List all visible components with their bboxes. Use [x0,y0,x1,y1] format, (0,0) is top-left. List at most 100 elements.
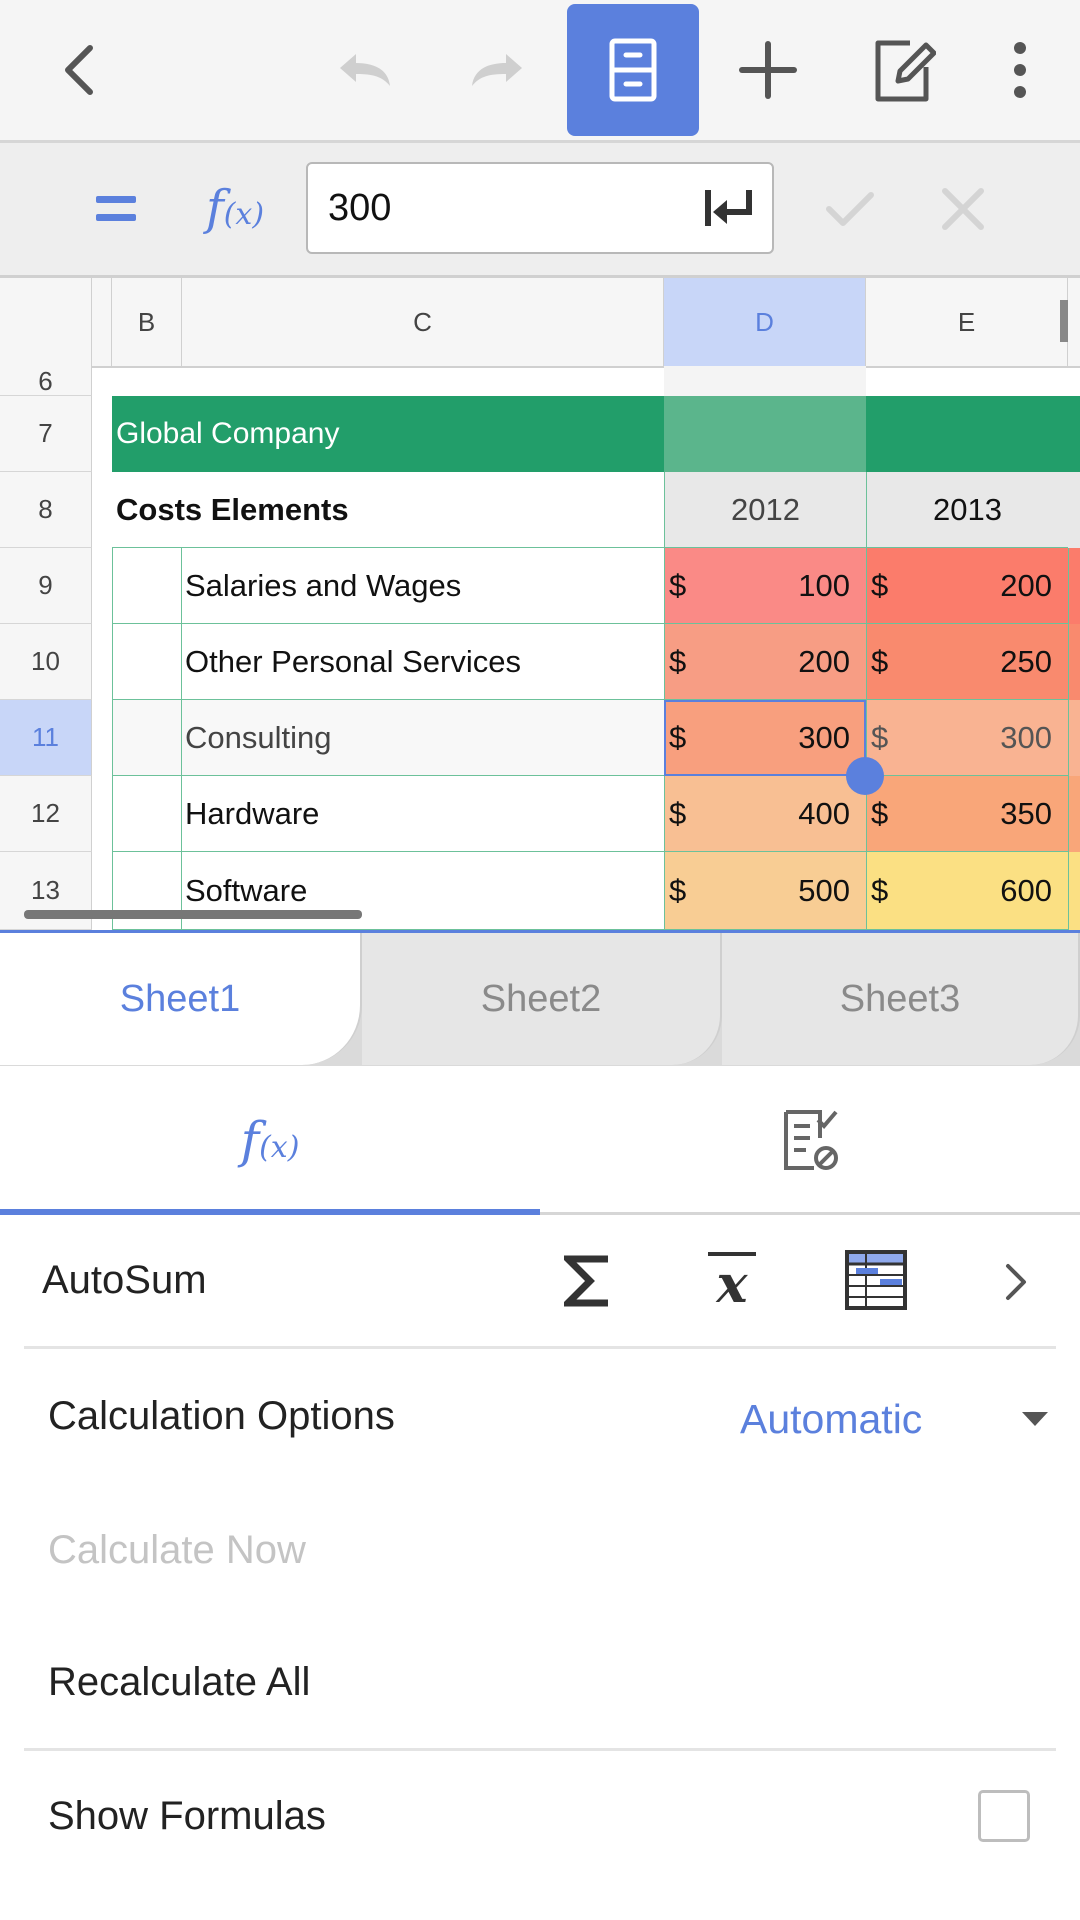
cell-e13[interactable]: $600 [866,852,1068,930]
sheet-tab-2[interactable]: Sheet2 [362,933,722,1065]
more-button[interactable] [954,0,1080,140]
column-header-d[interactable]: D [664,278,866,366]
cost-item-label[interactable]: Consulting [182,700,664,776]
currency-symbol: $ [871,567,889,603]
cell-e12[interactable]: $350 [866,776,1068,852]
cell-b9[interactable] [112,548,182,624]
sheet-tab-3[interactable]: Sheet3 [722,933,1080,1065]
cell-d9[interactable]: $100 [664,548,866,624]
cell-d6[interactable] [664,366,866,396]
autosum-button[interactable] [556,1246,620,1316]
cell-f9[interactable] [1068,548,1080,624]
row-header-9[interactable]: 9 [0,548,92,624]
cell-d11[interactable]: $300 [664,700,866,776]
selection-handle[interactable] [846,757,884,795]
cell-e11[interactable]: $300 [866,700,1068,776]
svg-text:x: x [715,1254,748,1312]
equals-icon [96,196,136,221]
banner-cell[interactable]: Global Company [112,396,664,472]
column-header-e[interactable]: E [866,278,1068,366]
equals-button[interactable] [80,179,152,239]
caret-down-icon [1022,1412,1048,1426]
column-header-a[interactable] [92,278,112,366]
cost-value: 250 [1000,643,1052,679]
panel-tab-indicator [0,1209,540,1215]
row-header-12[interactable]: 12 [0,776,92,852]
file-cabinet-button[interactable] [567,0,699,140]
edit-button[interactable] [838,0,970,140]
redo-icon [472,54,522,86]
formula-input-box [306,162,774,254]
calculate-now-button[interactable]: Calculate Now [48,1528,306,1573]
cell-f11[interactable] [1068,700,1080,776]
panel-tab-formula-audit[interactable] [540,1066,1080,1214]
average-button[interactable]: x [700,1244,764,1316]
cell-e7[interactable] [866,396,1080,472]
column-header-c[interactable]: C [182,278,664,366]
cost-value: 500 [798,872,850,908]
select-all-corner[interactable] [0,278,92,366]
cell-b10[interactable] [112,624,182,700]
show-formulas-label: Show Formulas [48,1794,326,1838]
row-header-11[interactable]: 11 [0,700,92,776]
panel-tab-functions[interactable]: f(x) [0,1066,540,1214]
undo-icon [340,54,390,86]
cell-f10[interactable] [1068,624,1080,700]
cost-value: 300 [798,719,850,755]
cost-item-label[interactable]: Hardware [182,776,664,852]
back-button[interactable] [14,0,146,140]
row-header-6[interactable]: 6 [0,366,92,396]
costs-elements-header[interactable]: Costs Elements [112,472,664,548]
cost-value: 200 [1000,567,1052,603]
cost-value: 200 [798,643,850,679]
currency-symbol: $ [669,567,687,603]
close-icon [942,188,984,230]
cell-f8[interactable] [1068,472,1080,548]
year-2012-cell[interactable]: 2012 [664,472,866,548]
row-header-7[interactable]: 7 [0,396,92,472]
sheet-tab-1[interactable]: Sheet1 [0,933,362,1065]
row-header-8[interactable]: 8 [0,472,92,548]
cost-item-label[interactable]: Other Personal Services [182,624,664,700]
show-formulas-checkbox[interactable] [978,1790,1030,1842]
insert-function-button[interactable]: f(x) [190,173,280,243]
undo-button[interactable] [298,0,430,140]
column-header-b[interactable]: B [112,278,182,366]
cancel-button[interactable] [925,173,1001,245]
cell-b12[interactable] [112,776,182,852]
currency-symbol: $ [669,795,687,831]
cost-value: 300 [1000,719,1052,755]
autosum-label[interactable]: AutoSum [42,1258,207,1303]
column-scroll-marker [1060,300,1068,342]
cell-d13[interactable]: $500 [664,852,866,930]
table-button[interactable] [842,1244,910,1316]
autosum-more-button[interactable] [992,1252,1040,1312]
row-header-10[interactable]: 10 [0,624,92,700]
horizontal-scrollbar[interactable] [24,910,362,919]
calculation-options-dropdown[interactable]: Automatic [740,1388,1060,1450]
year-2013-cell[interactable]: 2013 [866,472,1068,548]
cell-e10[interactable]: $250 [866,624,1068,700]
formula-audit-icon [784,1110,838,1170]
confirm-button[interactable] [812,173,888,245]
spreadsheet-grid[interactable]: B C D E 6 7 8 9 10 11 12 13 Global Compa… [0,278,1080,930]
cell-d12[interactable]: $400 [664,776,866,852]
calculation-options-label: Calculation Options [48,1394,395,1438]
redo-button[interactable] [432,0,564,140]
cell-f13[interactable] [1068,852,1080,930]
cell-d7[interactable] [664,396,866,472]
insert-button[interactable] [702,0,834,140]
recalculate-all-button[interactable]: Recalculate All [48,1660,310,1705]
cost-value: 100 [798,567,850,603]
cost-item-label[interactable]: Salaries and Wages [182,548,664,624]
enter-button[interactable] [700,182,758,234]
cell-d10[interactable]: $200 [664,624,866,700]
cell-e9[interactable]: $200 [866,548,1068,624]
cell-b11[interactable] [112,700,182,776]
edit-icon [875,40,936,102]
chevron-left-icon [65,45,93,95]
function-icon: f(x) [240,1111,300,1169]
formula-input[interactable] [328,182,688,234]
cell-f12[interactable] [1068,776,1080,852]
checkmark-icon [826,192,874,226]
